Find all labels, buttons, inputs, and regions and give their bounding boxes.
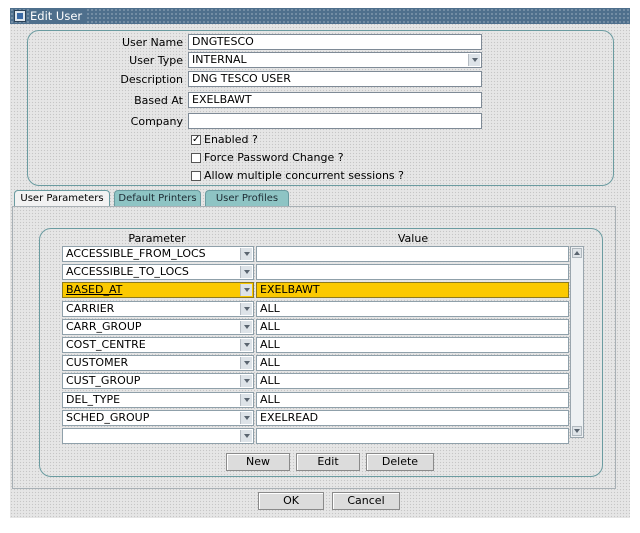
value-column-header: Value bbox=[397, 232, 429, 245]
value-cell[interactable]: ALL bbox=[256, 337, 569, 353]
chevron-down-icon[interactable] bbox=[240, 339, 252, 351]
value-cell[interactable]: ALL bbox=[256, 373, 569, 389]
grid-scrollbar[interactable] bbox=[570, 246, 584, 438]
user-type-select[interactable]: INTERNAL bbox=[188, 52, 482, 68]
parameter-column-header: Parameter bbox=[128, 232, 186, 245]
chevron-down-icon[interactable] bbox=[240, 394, 252, 406]
parameter-cell[interactable]: ACCESSIBLE_TO_LOCS bbox=[62, 264, 254, 280]
enabled-checkbox[interactable]: ✓ bbox=[191, 135, 201, 145]
concurrent-sessions-checkbox[interactable] bbox=[191, 171, 201, 181]
check-icon: ✓ bbox=[192, 134, 201, 145]
description-field[interactable]: DNG TESCO USER bbox=[188, 71, 482, 87]
parameter-cell[interactable]: BASED_AT bbox=[62, 282, 254, 298]
parameter-text: CUST_GROUP bbox=[66, 374, 141, 387]
parameter-cell[interactable]: CARR_GROUP bbox=[62, 319, 254, 335]
cancel-button[interactable]: Cancel bbox=[332, 492, 400, 510]
parameter-text: ACCESSIBLE_TO_LOCS bbox=[66, 265, 189, 278]
user-name-field[interactable]: DNGTESCO bbox=[188, 34, 482, 50]
value-cell[interactable]: ALL bbox=[256, 355, 569, 371]
tab-user-parameters[interactable]: User Parameters bbox=[14, 190, 110, 206]
value-cell[interactable] bbox=[256, 428, 569, 444]
user-name-label: User Name bbox=[121, 36, 183, 49]
parameter-cell[interactable]: CARRIER bbox=[62, 301, 254, 317]
parameter-cell[interactable] bbox=[62, 428, 254, 444]
value-cell[interactable] bbox=[256, 264, 569, 280]
edit-user-window: Edit User User Name DNGTESCO User Type I… bbox=[10, 8, 630, 518]
parameter-cell[interactable]: CUST_GROUP bbox=[62, 373, 254, 389]
parameter-text: BASED_AT bbox=[66, 283, 123, 296]
parameter-text: CUSTOMER bbox=[66, 356, 129, 369]
parameter-cell[interactable]: SCHED_GROUP bbox=[62, 410, 254, 426]
force-password-checkbox[interactable] bbox=[191, 153, 201, 163]
app-window-icon bbox=[14, 10, 26, 22]
title-bar[interactable]: Edit User bbox=[10, 8, 630, 24]
based-at-label: Based At bbox=[134, 94, 183, 107]
value-cell[interactable]: EXELREAD bbox=[256, 410, 569, 426]
parameter-cell[interactable]: CUSTOMER bbox=[62, 355, 254, 371]
chevron-down-icon[interactable] bbox=[240, 357, 252, 369]
company-label: Company bbox=[130, 115, 183, 128]
chevron-down-icon[interactable] bbox=[240, 284, 252, 296]
value-cell[interactable]: ALL bbox=[256, 301, 569, 317]
value-text: EXELBAWT bbox=[260, 283, 320, 296]
chevron-down-icon[interactable] bbox=[240, 266, 252, 278]
value-cell[interactable]: ALL bbox=[256, 319, 569, 335]
scroll-up-icon[interactable] bbox=[572, 248, 582, 258]
tab-user-profiles[interactable]: User Profiles bbox=[205, 190, 289, 206]
ok-button[interactable]: OK bbox=[258, 492, 324, 510]
enabled-label: Enabled ? bbox=[204, 133, 258, 146]
parameter-text: COST_CENTRE bbox=[66, 338, 146, 351]
chevron-down-icon[interactable] bbox=[240, 321, 252, 333]
scroll-down-icon[interactable] bbox=[572, 426, 582, 436]
chevron-down-icon[interactable] bbox=[240, 430, 252, 442]
edit-button[interactable]: Edit bbox=[296, 453, 360, 471]
value-text: ALL bbox=[260, 320, 280, 333]
parameter-text: ACCESSIBLE_FROM_LOCS bbox=[66, 247, 206, 260]
window-title: Edit User bbox=[30, 9, 87, 23]
value-text: EXELREAD bbox=[260, 411, 319, 424]
user-type-label: User Type bbox=[129, 54, 183, 67]
parameter-cell[interactable]: DEL_TYPE bbox=[62, 392, 254, 408]
concurrent-sessions-label: Allow multiple concurrent sessions ? bbox=[204, 169, 404, 182]
value-text: ALL bbox=[260, 374, 280, 387]
value-text: ALL bbox=[260, 356, 280, 369]
parameter-text: CARR_GROUP bbox=[66, 320, 142, 333]
value-text: ALL bbox=[260, 338, 280, 351]
parameter-cell[interactable]: COST_CENTRE bbox=[62, 337, 254, 353]
value-cell[interactable] bbox=[256, 246, 569, 262]
tab-default-printers[interactable]: Default Printers bbox=[114, 190, 201, 206]
delete-button[interactable]: Delete bbox=[366, 453, 434, 471]
force-password-label: Force Password Change ? bbox=[204, 151, 344, 164]
chevron-down-icon[interactable] bbox=[240, 375, 252, 387]
chevron-down-icon[interactable] bbox=[240, 303, 252, 315]
description-label: Description bbox=[120, 73, 183, 86]
chevron-down-icon[interactable] bbox=[240, 412, 252, 424]
company-field[interactable] bbox=[188, 113, 482, 129]
parameter-text: CARRIER bbox=[66, 302, 115, 315]
value-cell[interactable]: ALL bbox=[256, 392, 569, 408]
parameter-text: SCHED_GROUP bbox=[66, 411, 150, 424]
based-at-field[interactable]: EXELBAWT bbox=[188, 92, 482, 108]
chevron-down-icon[interactable] bbox=[468, 54, 480, 66]
chevron-down-icon[interactable] bbox=[240, 248, 252, 260]
value-text: ALL bbox=[260, 393, 280, 406]
value-text: ALL bbox=[260, 302, 280, 315]
new-button[interactable]: New bbox=[226, 453, 290, 471]
parameter-text: DEL_TYPE bbox=[66, 393, 121, 406]
value-cell[interactable]: EXELBAWT bbox=[256, 282, 569, 298]
parameter-cell[interactable]: ACCESSIBLE_FROM_LOCS bbox=[62, 246, 254, 262]
